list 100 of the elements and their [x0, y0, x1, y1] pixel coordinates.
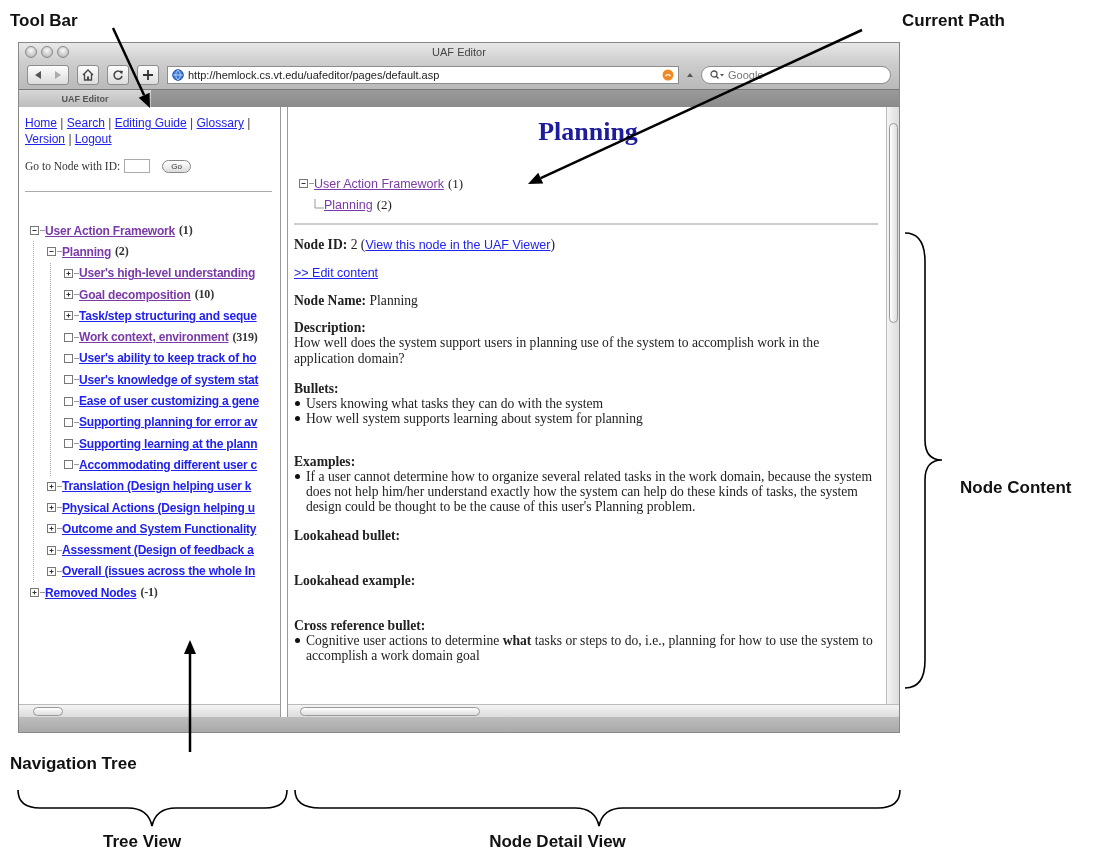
bullet-icon [295, 474, 300, 479]
bullet-icon [295, 401, 300, 406]
nav-link[interactable]: Home [25, 116, 57, 130]
forward-arrow-icon [54, 71, 62, 79]
tree-node-link[interactable]: User's knowledge of system stat [79, 372, 259, 387]
annotation-label: Tool Bar [10, 10, 78, 32]
plus-icon [142, 69, 154, 81]
url-field[interactable]: http://hemlock.cs.vt.edu/uafeditor/pages/default.asp [188, 67, 658, 83]
bullet-text: How well system supports learning about system for planning [306, 411, 643, 426]
section-heading: Lookahead bullet: [294, 528, 402, 543]
tree-node-link[interactable]: Supporting learning at the plann [79, 436, 258, 451]
node-count: (1) [179, 223, 193, 239]
section-heading: Description: [294, 320, 367, 335]
nav-link[interactable]: Editing Guide [114, 116, 187, 130]
expand-icon [46, 565, 57, 577]
tree-node-link[interactable]: Removed Nodes [45, 585, 137, 600]
node-count: (10) [194, 287, 214, 303]
vertical-scrollbar[interactable] [886, 107, 899, 704]
window-title: UAF Editor [432, 46, 486, 58]
window-control-button[interactable] [25, 46, 37, 58]
horizontal-scrollbar[interactable] [288, 704, 899, 717]
tree-node-link[interactable]: Assessment (Design of feedback a [62, 543, 254, 558]
annotation-label: Node Content [960, 476, 1072, 499]
expand-icon [63, 289, 74, 301]
nav-link[interactable]: Glossary [196, 116, 244, 130]
tree-node-link[interactable]: User Action Framework [45, 223, 176, 238]
home-button[interactable] [77, 65, 99, 85]
horizontal-scrollbar[interactable] [19, 704, 280, 717]
collapse-icon [46, 246, 57, 258]
tree-node-link[interactable]: Physical Actions (Design helping u [62, 500, 255, 515]
home-icon [82, 69, 94, 81]
tree-node-link[interactable]: User's ability to keep track of ho [79, 351, 257, 366]
window-control-button[interactable] [57, 46, 69, 58]
collapse-icon [298, 178, 309, 189]
leaf-box-icon [63, 459, 74, 471]
node-count: (2) [115, 244, 129, 260]
annotation-label: Node Detail View [489, 830, 626, 849]
tree-node-link[interactable]: Task/step structuring and seque [79, 308, 257, 323]
node-name-text: Node Name: Planning [294, 293, 419, 308]
expand-icon [63, 267, 74, 279]
expand-icon [46, 544, 57, 556]
window-control-button[interactable] [41, 46, 53, 58]
viewer-link[interactable]: View this node in the UAF Viewer [365, 238, 551, 252]
reload-button[interactable] [107, 65, 129, 85]
back-forward-button[interactable] [27, 65, 69, 85]
address-bar[interactable]: http://hemlock.cs.vt.edu/uafeditor/pages/default.asp [167, 66, 679, 84]
expand-icon [46, 480, 57, 492]
nav-link[interactable]: Version [25, 132, 66, 146]
section-heading: Lookahead example: [294, 573, 417, 588]
section-heading: Cross reference bullet: [294, 618, 427, 633]
tree-node-link[interactable]: Supporting planning for error av [79, 415, 258, 430]
node-count: (2) [376, 196, 392, 213]
annotation-label: Navigation Tree [10, 753, 138, 775]
tree-node-link[interactable]: Work context, environment [79, 330, 229, 345]
node-count: (319) [232, 329, 258, 345]
expand-icon [63, 310, 74, 322]
leaf-box-icon [63, 416, 74, 428]
separator-text: | [190, 116, 194, 130]
path-link[interactable]: Planning [324, 197, 373, 212]
expand-icon [29, 587, 40, 599]
edit-content-link[interactable]: >> Edit content [294, 266, 379, 280]
node-id-field[interactable] [124, 159, 151, 173]
separator-text: | [60, 116, 64, 130]
tree-connector-icon [314, 198, 324, 211]
separator-text: | [108, 116, 112, 130]
node-id-text: Node ID: 2 (View this node in the UAF Viewer) [294, 237, 556, 253]
node-count: (1) [447, 175, 464, 192]
go-button[interactable]: Go [162, 159, 191, 173]
tree-node-link[interactable]: Translation (Design helping user k [62, 479, 252, 494]
path-link[interactable]: User Action Framework [314, 176, 444, 191]
node-count: (-1) [140, 585, 158, 601]
tree-node-link[interactable]: Accommodating different user c [79, 457, 258, 472]
annotation-label: Tree View [103, 830, 182, 849]
nav-link[interactable]: Logout [74, 132, 112, 146]
tree-node-link[interactable]: Goal decomposition [79, 287, 191, 302]
separator-text: | [68, 132, 72, 146]
dropdown-caret-icon [687, 72, 693, 78]
search-icon [710, 70, 724, 80]
goto-label: Go to Node with ID: [25, 160, 121, 172]
page-title: Planning [537, 117, 639, 147]
nav-link[interactable]: Search [66, 116, 105, 130]
add-button[interactable] [137, 65, 159, 85]
tree-node-link[interactable]: Planning [62, 244, 112, 259]
feed-icon [662, 69, 674, 81]
bullet-icon [295, 638, 300, 643]
bullet-icon [295, 416, 300, 421]
bullet-text: Users knowing what tasks they can do with the system [306, 396, 604, 411]
expand-icon [46, 502, 57, 513]
section-text: How well does the system support users in planning use of the system to accomplish work in the application domain? [294, 335, 821, 367]
tree-node-link[interactable]: Ease of user customizing a gene [79, 394, 259, 408]
back-arrow-icon [34, 71, 42, 79]
annotation-label: Current Path [902, 10, 1005, 32]
separator-text: | [247, 116, 251, 130]
browser-tab[interactable]: UAF Editor [19, 90, 151, 107]
leaf-box-icon [63, 438, 74, 450]
tree-node-link[interactable]: Overall (issues across the whole In [62, 564, 256, 579]
tree-node-link[interactable]: Outcome and System Functionality [62, 521, 257, 536]
section-heading: Bullets: [294, 381, 340, 396]
tree-node-link[interactable]: User's high-level understanding [79, 266, 256, 281]
bullet-text: If a user cannot determine how to organize several related tasks in the work domain, because the system does not help him/her understand exactly how the system can help do these kinds of tasks, the system design could be thought to be the cause of this user's Planning problem. [306, 469, 873, 514]
